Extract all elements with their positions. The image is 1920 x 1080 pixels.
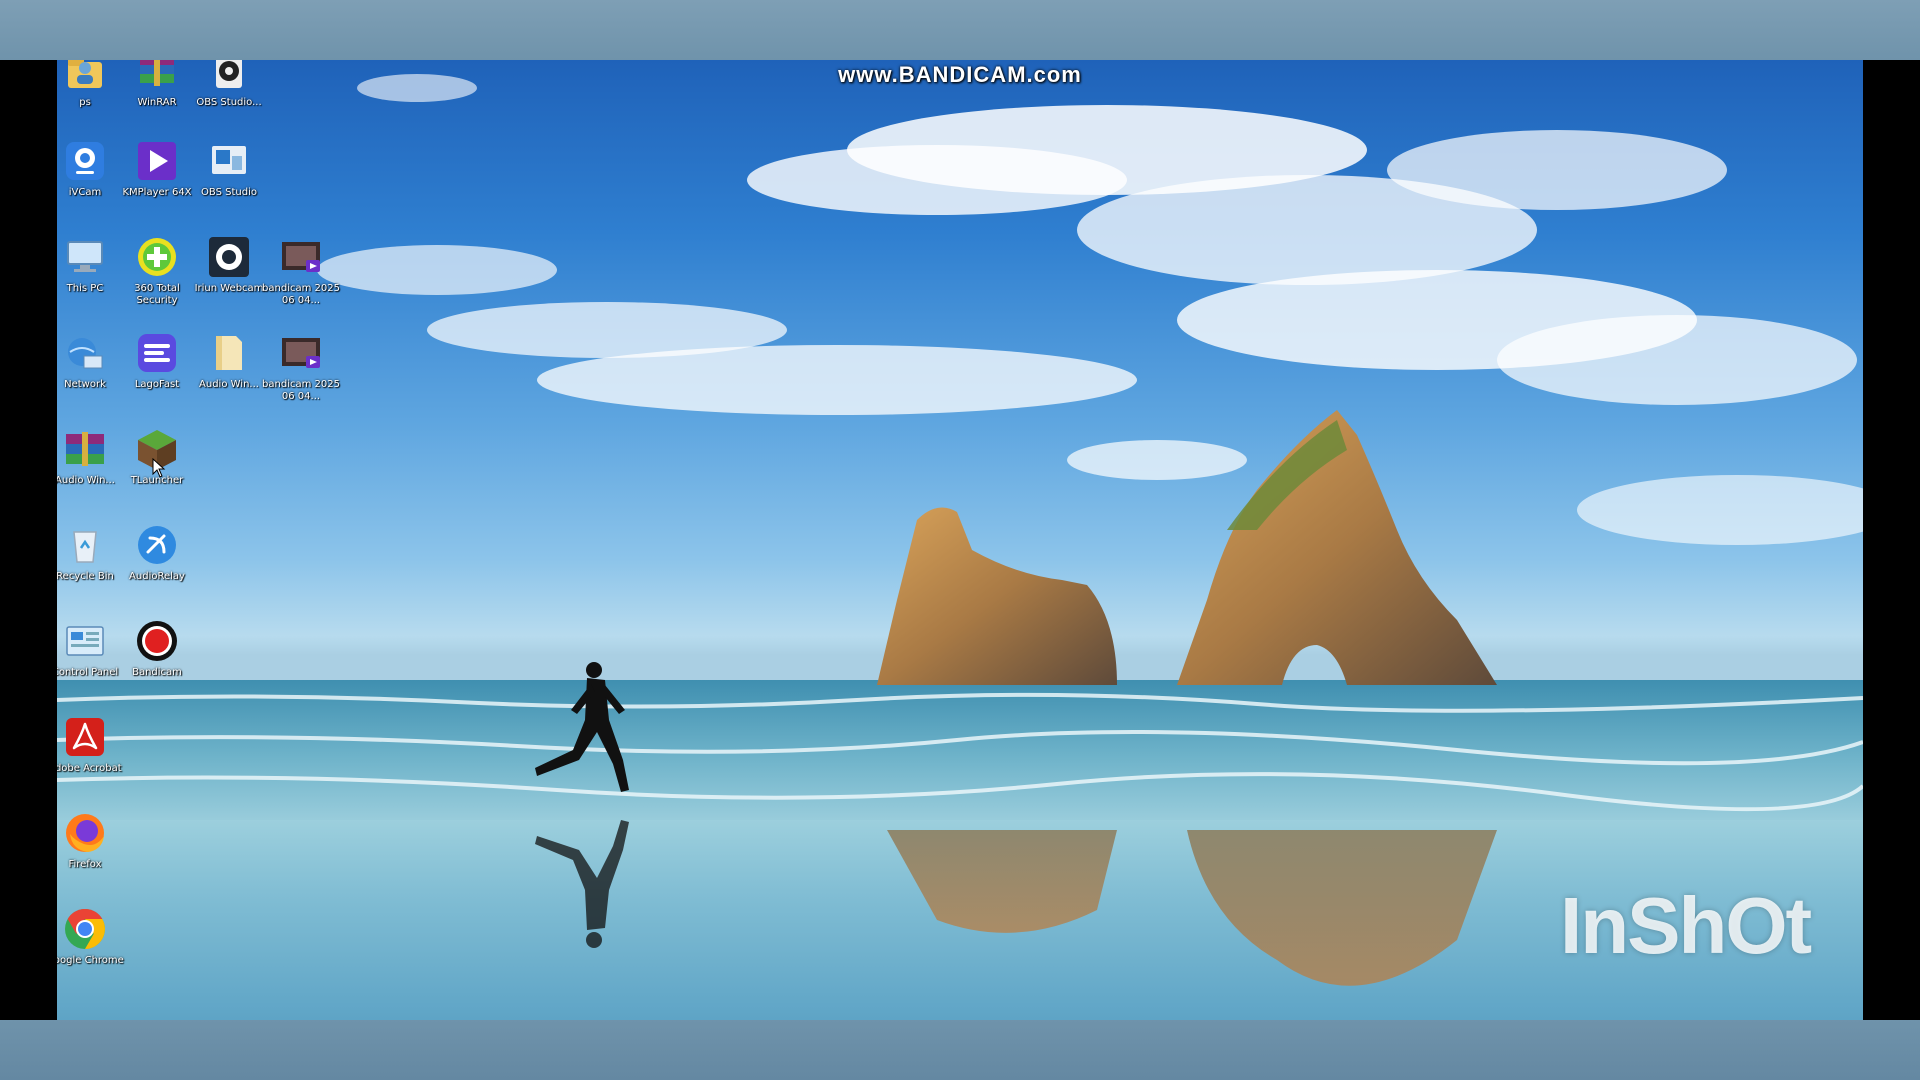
lagofast-icon bbox=[138, 334, 176, 372]
recycle-bin-icon bbox=[73, 531, 97, 563]
wallpaper-rock-left bbox=[877, 507, 1117, 685]
bandicam-watermark: www.BANDICAM.com bbox=[838, 62, 1082, 87]
desktop-icon-this-pc[interactable]: This PC bbox=[57, 234, 125, 295]
total-security-icon bbox=[138, 238, 176, 276]
mouse-cursor-icon bbox=[152, 458, 166, 478]
desktop-icon-obs-studio-folder[interactable]: OBS Studio... bbox=[189, 60, 269, 109]
desktop-icon-adobe-acrobat[interactable]: Adobe Acrobat bbox=[57, 714, 125, 775]
video-file-icon bbox=[282, 338, 320, 368]
video-file-icon bbox=[282, 242, 320, 272]
control-panel-icon bbox=[66, 626, 104, 656]
desktop-icon-iriun-webcam[interactable]: Iriun Webcam bbox=[189, 234, 269, 295]
desktop-icon-audiorelay[interactable]: AudioRelay bbox=[117, 522, 197, 583]
desktop-icon-audio-win-archive[interactable]: Audio Win... bbox=[57, 426, 125, 487]
video-frame-top bbox=[0, 0, 1920, 60]
google-chrome-icon bbox=[65, 909, 105, 949]
this-pc-icon bbox=[67, 241, 103, 272]
folder-icon bbox=[216, 336, 242, 370]
desktop-icon-bandicam-video-1[interactable]: bandicam 2025 06 04... bbox=[261, 234, 341, 307]
letterbox-right bbox=[1863, 60, 1920, 1020]
iriun-webcam-icon bbox=[209, 237, 249, 277]
network-icon bbox=[68, 338, 103, 369]
adobe-acrobat-icon bbox=[66, 718, 104, 756]
bandicam-icon bbox=[137, 621, 177, 661]
ivcam-icon bbox=[66, 142, 104, 180]
audiorelay-icon bbox=[138, 526, 176, 564]
desktop-wallpaper bbox=[57, 74, 1863, 1020]
desktop-icon-control-panel[interactable]: Control Panel bbox=[57, 618, 125, 679]
desktop-screen: ps WinRAR OBS Studio... iVCam KMPlayer 6… bbox=[57, 60, 1863, 1020]
user-folder-icon bbox=[68, 60, 102, 88]
desktop-icon-winrar[interactable]: WinRAR bbox=[117, 60, 197, 109]
inshot-watermark: InShOt bbox=[1560, 881, 1812, 970]
desktop-icon-bandicam-video-2[interactable]: bandicam 2025 06 04... bbox=[261, 330, 341, 403]
firefox-icon bbox=[66, 814, 104, 852]
video-frame-bottom bbox=[0, 1020, 1920, 1080]
letterbox-left bbox=[0, 60, 57, 1020]
desktop-icon-lagofast[interactable]: LagoFast bbox=[117, 330, 197, 391]
desktop-icon-firefox[interactable]: Firefox bbox=[57, 810, 125, 871]
desktop-icon-ps[interactable]: ps bbox=[57, 60, 125, 109]
winrar-archive-icon bbox=[66, 432, 104, 466]
desktop-icon-bandicam[interactable]: Bandicam bbox=[117, 618, 197, 679]
desktop-icon-360-total-security[interactable]: 360 Total Security bbox=[117, 234, 197, 307]
desktop-icon-obs-studio[interactable]: OBS Studio bbox=[189, 138, 269, 199]
desktop-icon-audio-win-folder[interactable]: Audio Win... bbox=[189, 330, 269, 391]
desktop-icon-ivcam[interactable]: iVCam bbox=[57, 138, 125, 199]
wallpaper-sea bbox=[57, 680, 1863, 830]
desktop-icon-kmplayer[interactable]: KMPlayer 64X bbox=[117, 138, 197, 199]
desktop-icon-network[interactable]: Network bbox=[57, 330, 125, 391]
desktop-icon-recycle-bin[interactable]: Recycle Bin bbox=[57, 522, 125, 583]
obs-studio-folder-icon bbox=[216, 60, 242, 88]
kmplayer-icon bbox=[138, 142, 176, 180]
desktop-icon-google-chrome[interactable]: Google Chrome bbox=[57, 906, 125, 967]
wallpaper-clouds bbox=[317, 74, 1863, 545]
obs-studio-icon bbox=[212, 146, 246, 174]
winrar-icon bbox=[140, 60, 174, 86]
